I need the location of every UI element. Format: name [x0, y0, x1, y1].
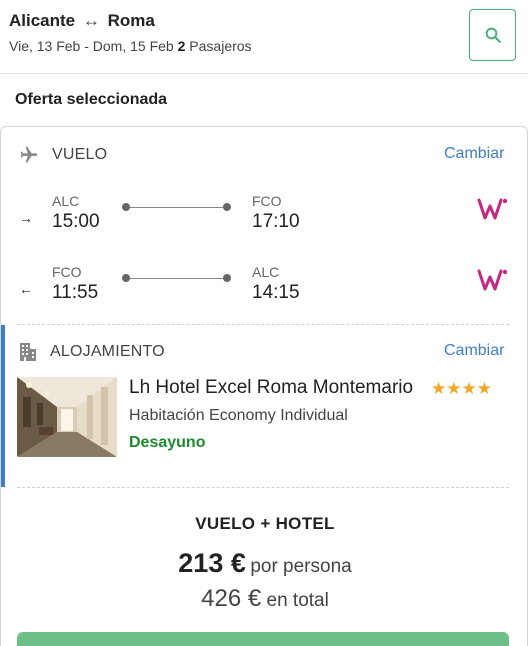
price-per-person-amount: 213 €	[178, 548, 246, 578]
destination-city: Roma	[107, 11, 155, 30]
departure-airport: ALC	[52, 193, 80, 209]
wizzair-logo-icon	[477, 198, 508, 220]
price-total: 426 € en total	[1, 585, 527, 613]
hotel-star-rating: ★★★★	[431, 379, 492, 398]
arrival-time: 17:10	[252, 211, 300, 232]
hotel-photo[interactable]	[17, 377, 117, 457]
room-type: Habitación Economy Individual	[129, 407, 348, 424]
flight-section-header: VUELO	[19, 145, 107, 165]
route-line	[126, 278, 228, 279]
price-per-person: 213 € por persona	[1, 548, 527, 579]
price-per-person-label: por persona	[250, 556, 352, 577]
roundtrip-arrow-icon: ↔	[82, 11, 100, 30]
passenger-label: Pasajeros	[189, 38, 252, 54]
accommodation-accent-bar	[1, 325, 5, 487]
building-icon	[20, 343, 36, 361]
offer-card: VUELO Cambiar → ALC 15:00 FCO 17:10 ← FC…	[0, 126, 528, 646]
selected-offer-title: Oferta seleccionada	[15, 91, 168, 108]
arrival-airport: ALC	[252, 264, 280, 280]
flight-leg-return: ← FCO 11:55 ALC 14:15	[1, 264, 527, 314]
return-arrow-icon: ←	[19, 281, 33, 297]
search-button[interactable]	[469, 9, 516, 61]
route-dot-end	[223, 203, 231, 211]
route-line	[126, 207, 228, 208]
arrival-time: 14:15	[252, 282, 300, 303]
arrival-airport: FCO	[252, 193, 282, 209]
change-flight-link[interactable]: Cambiar	[444, 145, 504, 163]
date-range: Vie, 13 Feb - Dom, 15 Feb	[9, 38, 174, 54]
price-total-label: en total	[266, 590, 329, 611]
route-dot-start	[122, 203, 130, 211]
departure-time: 11:55	[52, 282, 99, 303]
outbound-arrow-icon: →	[19, 210, 33, 226]
section-divider	[17, 487, 509, 488]
passenger-count: 2	[177, 38, 186, 54]
route-dot-end	[223, 274, 231, 282]
accommodation-label: ALOJAMIENTO	[50, 343, 165, 360]
search-summary-header: Alicante ↔ Roma Vie, 13 Feb - Dom, 15 Fe…	[0, 0, 528, 74]
flight-label: VUELO	[52, 146, 108, 163]
package-title: VUELO + HOTEL	[195, 514, 335, 533]
continue-button[interactable]	[17, 632, 509, 646]
accommodation-section-header: ALOJAMIENTO	[19, 342, 165, 362]
departure-airport: FCO	[52, 264, 82, 280]
flight-leg-outbound: → ALC 15:00 FCO 17:10	[1, 193, 527, 243]
departure-time: 15:00	[52, 211, 100, 232]
trip-dates: Vie, 13 Feb - Dom, 15 Feb 2 Pasajeros	[9, 38, 252, 54]
change-hotel-link[interactable]: Cambiar	[444, 342, 504, 360]
route-title: Alicante ↔ Roma	[9, 11, 155, 31]
section-divider	[17, 324, 509, 325]
route-dot-start	[122, 274, 130, 282]
hotel-name[interactable]: Lh Hotel Excel Roma Montemario	[129, 377, 413, 399]
plane-icon	[20, 146, 38, 163]
wizzair-logo-icon	[477, 269, 508, 291]
origin-city: Alicante	[9, 11, 76, 30]
price-total-amount: 426 €	[201, 585, 262, 612]
board-type: Desayuno	[129, 434, 206, 451]
search-icon	[485, 27, 501, 43]
